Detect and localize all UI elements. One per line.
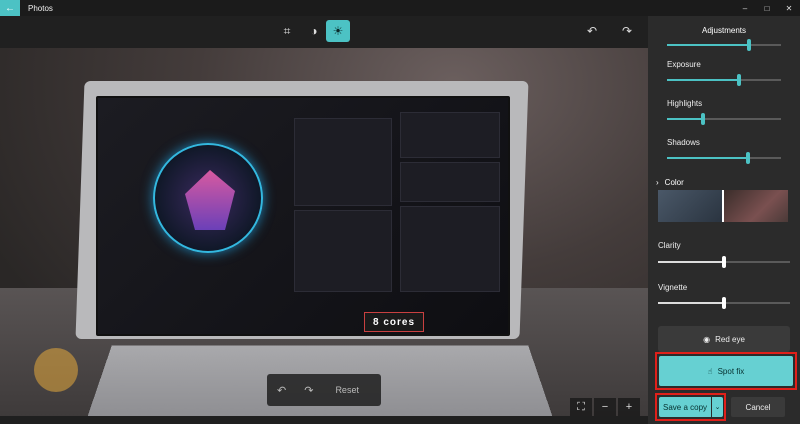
photo-config-panel [400,206,500,292]
maximize-button[interactable]: □ [756,0,778,16]
crop-icon: ⌗ [284,24,291,39]
photo-canvas[interactable]: 8 cores ↶ ↷ Reset ⛶ − + [0,48,648,416]
photo-cores-badge: 8 cores [364,312,424,332]
eye-icon: ◉ [703,335,710,344]
photo-laptop-screen [96,96,510,336]
panel-title: Adjustments [648,26,800,35]
adjust-tool-button[interactable]: ☀ [326,20,350,42]
edit-toolbar: ⌗ ◑ ☀ ↶ ↷ [0,16,648,48]
photo-radar-graphic [153,143,263,253]
save-a-copy-button[interactable]: Save a copy [659,397,711,417]
spot-fix-label: Spot fix [718,367,745,376]
slider-fill [667,118,703,120]
color-preview[interactable] [658,190,788,222]
zoom-controls: ⛶ − + [568,398,640,416]
fit-screen-icon[interactable]: ⛶ [570,398,592,416]
reset-button[interactable]: Reset [335,385,359,395]
clarity-label: Clarity [658,241,681,250]
photo-cpu-panel [294,118,392,206]
color-label: Color [665,178,684,187]
minimize-button[interactable]: – [734,0,756,16]
color-preview-after [724,190,788,222]
undo-button[interactable]: ↶ [580,20,604,42]
chevron-right-icon: › [656,178,659,187]
crop-tool-button[interactable]: ⌗ [275,20,299,42]
highlights-label: Highlights [667,99,702,108]
watermark-logo [34,348,78,392]
title-bar: ← Photos – □ ✕ [0,0,800,16]
exposure-label: Exposure [667,60,701,69]
arrow-left-icon: ← [5,3,15,14]
photo-screen-content [98,98,508,334]
filter-icon: ◑ [310,24,317,38]
photos-app: ← Photos – □ ✕ ⌗ ◑ ☀ ↶ ↷ 8 cores ↶ ↷ Res… [0,0,800,424]
shadows-label: Shadows [667,138,700,147]
color-preview-before [658,190,722,222]
filter-tool-button[interactable]: ◑ [302,20,326,42]
light-slider[interactable] [667,44,781,46]
slider-fill [667,44,749,46]
overlay-redo-icon[interactable]: ↷ [304,384,313,397]
undo-icon: ↶ [587,24,597,38]
redo-button[interactable]: ↷ [615,20,639,42]
slider-fill [658,261,724,263]
back-button[interactable]: ← [0,0,20,16]
vignette-slider[interactable] [658,302,790,304]
cancel-button[interactable]: Cancel [731,397,785,417]
hand-icon: ☝ [708,367,713,376]
slider-thumb[interactable] [722,297,726,309]
photo-gpu-panel [294,210,392,292]
shadows-slider[interactable] [667,157,781,159]
red-eye-button[interactable]: ◉ Red eye [658,326,790,352]
photo-memory-panel [400,112,500,158]
window-controls: – □ ✕ [734,0,800,16]
overlay-undo-icon[interactable]: ↶ [277,384,286,397]
slider-thumb[interactable] [747,39,751,51]
slider-fill [667,79,739,81]
save-dropdown-button[interactable]: ⌄ [712,397,723,417]
close-button[interactable]: ✕ [778,0,800,16]
photo-fan-panel [400,162,500,202]
chevron-down-icon: ⌄ [715,403,721,411]
zoom-out-button[interactable]: − [594,398,616,416]
color-section-toggle[interactable]: › Color [656,178,684,187]
slider-fill [667,157,748,159]
redo-icon: ↷ [622,24,632,38]
spot-fix-button[interactable]: ☝ Spot fix [659,356,793,386]
edit-overlay: ↶ ↷ Reset [267,374,381,406]
exposure-slider[interactable] [667,79,781,81]
highlights-slider[interactable] [667,118,781,120]
photo-radar-shape [185,170,235,230]
zoom-in-button[interactable]: + [618,398,640,416]
slider-fill [658,302,724,304]
red-eye-label: Red eye [715,335,745,344]
slider-thumb[interactable] [737,74,741,86]
clarity-slider[interactable] [658,261,790,263]
app-title: Photos [28,4,53,13]
slider-thumb[interactable] [701,113,705,125]
slider-thumb[interactable] [746,152,750,164]
adjust-icon: ☀ [333,24,344,38]
slider-thumb[interactable] [722,256,726,268]
vignette-label: Vignette [658,283,687,292]
